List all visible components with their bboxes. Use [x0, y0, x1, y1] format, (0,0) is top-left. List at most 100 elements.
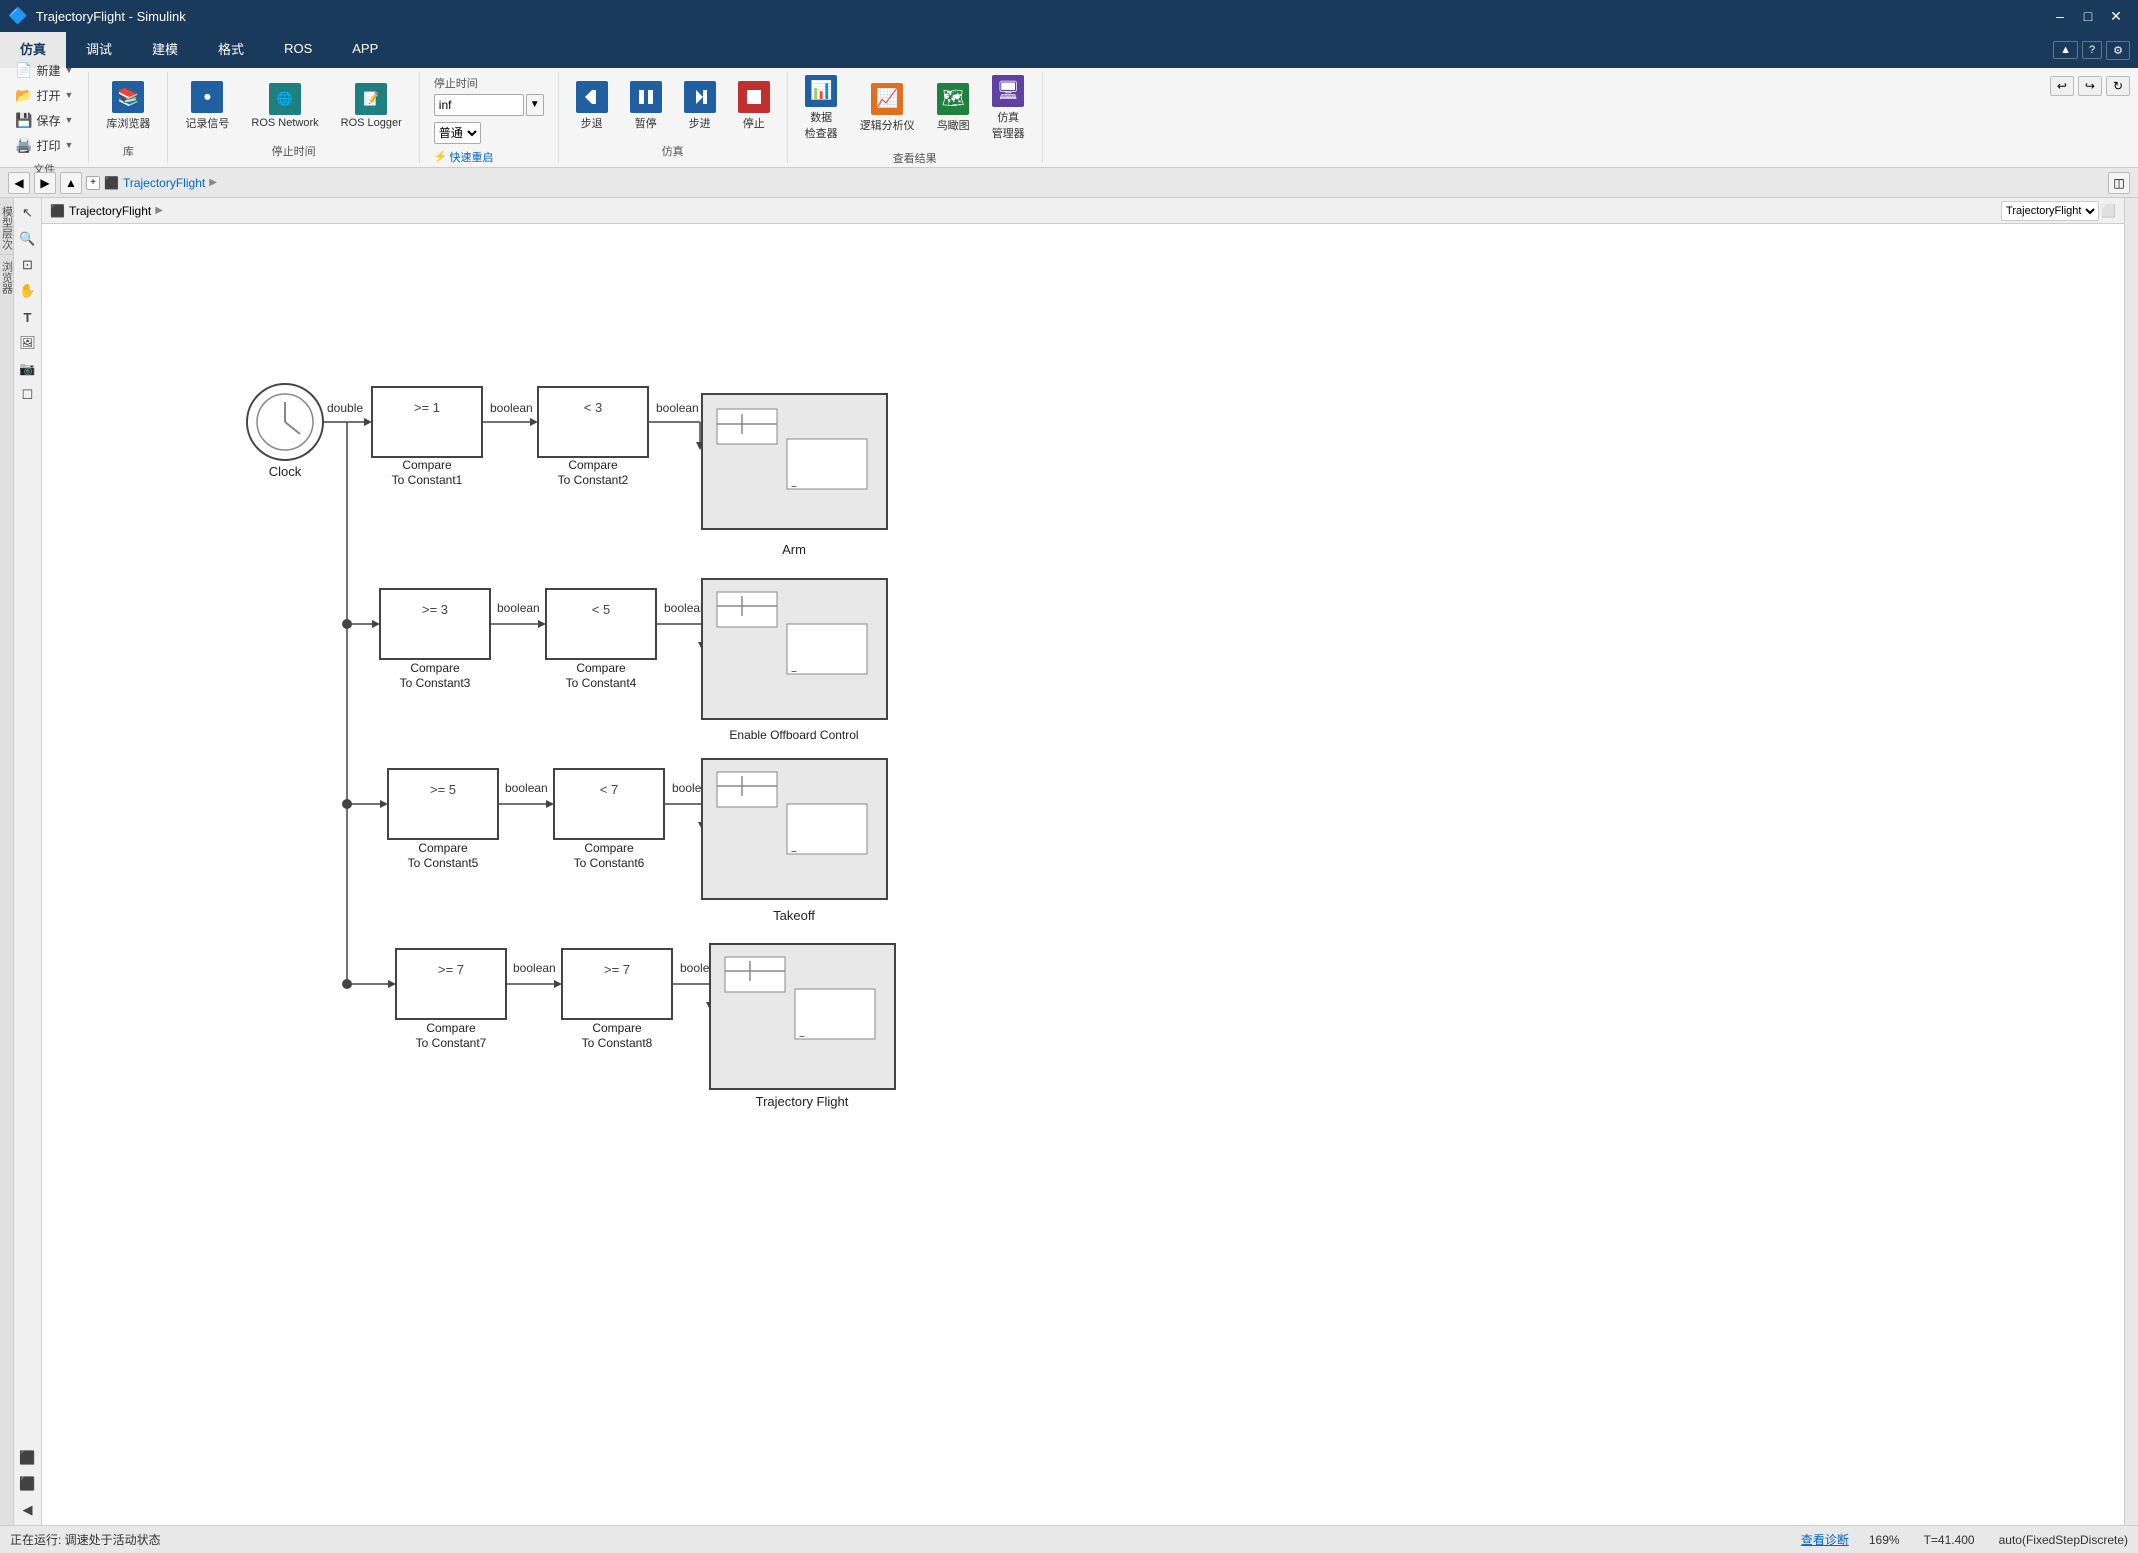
- svg-text:⎯: ⎯: [792, 666, 797, 677]
- bottom-btn1[interactable]: ⬛: [17, 1447, 39, 1469]
- review-group: 📊 数据检查器 📈 逻辑分析仪 🗺 鸟瞰图 🖥 仿真管理器 查看结果: [788, 72, 1043, 163]
- ros-network-button[interactable]: 🌐 ROS Network: [242, 78, 327, 134]
- svg-text:Compare: Compare: [576, 661, 626, 675]
- new-button[interactable]: 📄 新建 ▼: [8, 59, 80, 82]
- step-back-button[interactable]: 步退: [567, 76, 617, 136]
- open-icon: 📂: [15, 87, 32, 104]
- bottom-btn2[interactable]: ⬛: [17, 1473, 39, 1495]
- refresh-button[interactable]: ↻: [2106, 76, 2130, 96]
- screenshot-button[interactable]: 📷: [17, 358, 39, 380]
- menu-tab-format[interactable]: 格式: [198, 32, 264, 68]
- status-left: 正在运行: 调速处于活动状态: [10, 1531, 1781, 1548]
- arm-label: Arm: [782, 542, 806, 557]
- logic-analyzer-icon: 📈: [871, 83, 903, 115]
- svg-text:Takeoff: Takeoff: [773, 908, 815, 923]
- checkbox-button[interactable]: ☐: [17, 384, 39, 406]
- step-forward-button[interactable]: 步进: [675, 76, 725, 136]
- side-icons: 模型层次 浏览器: [0, 198, 14, 1525]
- menu-tab-ros[interactable]: ROS: [264, 32, 332, 68]
- save-icon: 💾: [15, 112, 32, 129]
- record-signal-icon: ⏺: [191, 81, 223, 113]
- app-icon: 🔷: [8, 6, 28, 26]
- menu-tab-build[interactable]: 建模: [132, 32, 198, 68]
- window-title: TrajectoryFlight - Simulink: [36, 9, 186, 24]
- stop-time-label: 停止时间: [434, 75, 478, 91]
- text-button[interactable]: T: [17, 306, 39, 328]
- settings-btn[interactable]: ⚙: [2106, 41, 2130, 60]
- pause-button[interactable]: 暂停: [621, 76, 671, 136]
- sim-manager-icon: 🖥: [992, 75, 1024, 107]
- new-dropdown-arrow: ▼: [64, 65, 73, 75]
- open-button[interactable]: 📂 打开 ▼: [8, 84, 80, 107]
- bird-eye-button[interactable]: 🗺 鸟瞰图: [928, 78, 979, 138]
- image-button[interactable]: 🖼: [17, 332, 39, 354]
- menu-tab-app[interactable]: APP: [332, 32, 398, 68]
- status-text: 正在运行: 调速处于活动状态: [10, 1533, 161, 1547]
- pan-button[interactable]: ✋: [17, 280, 39, 302]
- library-browser-button[interactable]: 📚 库浏览器: [97, 76, 159, 136]
- view-diagnostics-link[interactable]: 查看诊断: [1801, 1531, 1849, 1548]
- compare1-label: Compare: [402, 458, 452, 472]
- sim-mode-select[interactable]: 普通: [434, 122, 481, 144]
- fit-view-button[interactable]: ⊡: [17, 254, 39, 276]
- model-select[interactable]: TrajectoryFlight: [2001, 201, 2099, 221]
- maximize-button[interactable]: □: [2074, 5, 2102, 27]
- svg-text:>= 7: >= 7: [438, 962, 464, 977]
- quick-restart-button[interactable]: ⚡ 快速重启: [434, 149, 494, 165]
- lightning-icon: ⚡: [434, 150, 448, 163]
- sim-manager-button[interactable]: 🖥 仿真管理器: [983, 70, 1034, 146]
- compare5-block: [388, 769, 498, 839]
- expand-button[interactable]: +: [86, 176, 100, 190]
- svg-text:To Constant1: To Constant1: [392, 473, 463, 487]
- svg-text:To Constant2: To Constant2: [558, 473, 629, 487]
- compare1-operator: >= 1: [414, 400, 440, 415]
- stop-button[interactable]: 停止: [729, 76, 779, 136]
- panel-toggle-button[interactable]: ◫: [2108, 172, 2130, 194]
- open-dropdown-arrow: ▼: [64, 90, 73, 100]
- pause-icon: [630, 81, 662, 113]
- canvas-area: ⬛ TrajectoryFlight ▶ TrajectoryFlight ⬜ …: [42, 198, 2124, 1525]
- redo-button[interactable]: ↪: [2078, 76, 2102, 96]
- menubar: 仿真 调试 建模 格式 ROS APP ▲ ? ⚙: [0, 32, 2138, 68]
- print-icon: 🖨️: [15, 137, 32, 154]
- diagram[interactable]: Clock double >= 1 Compare To Constant1 b…: [42, 224, 2124, 1525]
- stop-time-input[interactable]: [434, 94, 524, 116]
- print-button[interactable]: 🖨️ 打印 ▼: [8, 134, 80, 157]
- right-panel: [2124, 198, 2138, 1525]
- svg-text:To Constant4: To Constant4: [566, 676, 637, 690]
- help-btn[interactable]: ?: [2082, 41, 2102, 59]
- ros-logger-icon: 📝: [355, 83, 387, 115]
- stop-time-dropdown[interactable]: ▼: [526, 94, 544, 116]
- sim-mode: auto(FixedStepDiscrete): [1999, 1533, 2128, 1547]
- file-group: 📄 新建 ▼ 📂 打开 ▼ 💾 保存 ▼ 🖨️ 打印 ▼ 文件: [0, 72, 89, 163]
- collapse-side-btn[interactable]: ◀: [17, 1499, 39, 1521]
- ros-logger-button[interactable]: 📝 ROS Logger: [332, 78, 411, 134]
- record-signal-button[interactable]: ⏺ 记录信号: [176, 76, 238, 136]
- svg-text:< 5: < 5: [592, 602, 610, 617]
- up-button[interactable]: ▲: [60, 172, 82, 194]
- close-button[interactable]: ✕: [2102, 5, 2130, 27]
- canvas-right-icon: ⬜: [2101, 204, 2116, 218]
- data-inspector-button[interactable]: 📊 数据检查器: [796, 70, 847, 146]
- compare3-block: [380, 589, 490, 659]
- zoom-level: 169%: [1869, 1533, 1900, 1547]
- breadcrumb: ⬛ TrajectoryFlight ▶: [104, 176, 217, 190]
- print-dropdown-arrow: ▼: [64, 140, 73, 150]
- breadcrumb-model-icon: ⬛: [104, 176, 119, 190]
- collapse-ribbon-btn[interactable]: ▲: [2053, 41, 2078, 59]
- zoom-in-button[interactable]: 🔍: [17, 228, 39, 250]
- svg-text:Compare: Compare: [426, 1021, 476, 1035]
- breadcrumb-label[interactable]: TrajectoryFlight: [123, 176, 205, 190]
- logic-analyzer-button[interactable]: 📈 逻辑分析仪: [851, 78, 924, 138]
- compare2-output-type: boolean: [656, 401, 699, 415]
- minimize-button[interactable]: –: [2046, 5, 2074, 27]
- save-button[interactable]: 💾 保存 ▼: [8, 109, 80, 132]
- forward-button[interactable]: ▶: [34, 172, 56, 194]
- svg-text:>= 5: >= 5: [430, 782, 456, 797]
- undo-button[interactable]: ↩: [2050, 76, 2074, 96]
- library-browser-icon: 📚: [112, 81, 144, 113]
- svg-text:boolean: boolean: [505, 781, 548, 795]
- svg-text:boolean: boolean: [513, 961, 556, 975]
- back-button[interactable]: ◀: [8, 172, 30, 194]
- cursor-button[interactable]: ↖: [17, 202, 39, 224]
